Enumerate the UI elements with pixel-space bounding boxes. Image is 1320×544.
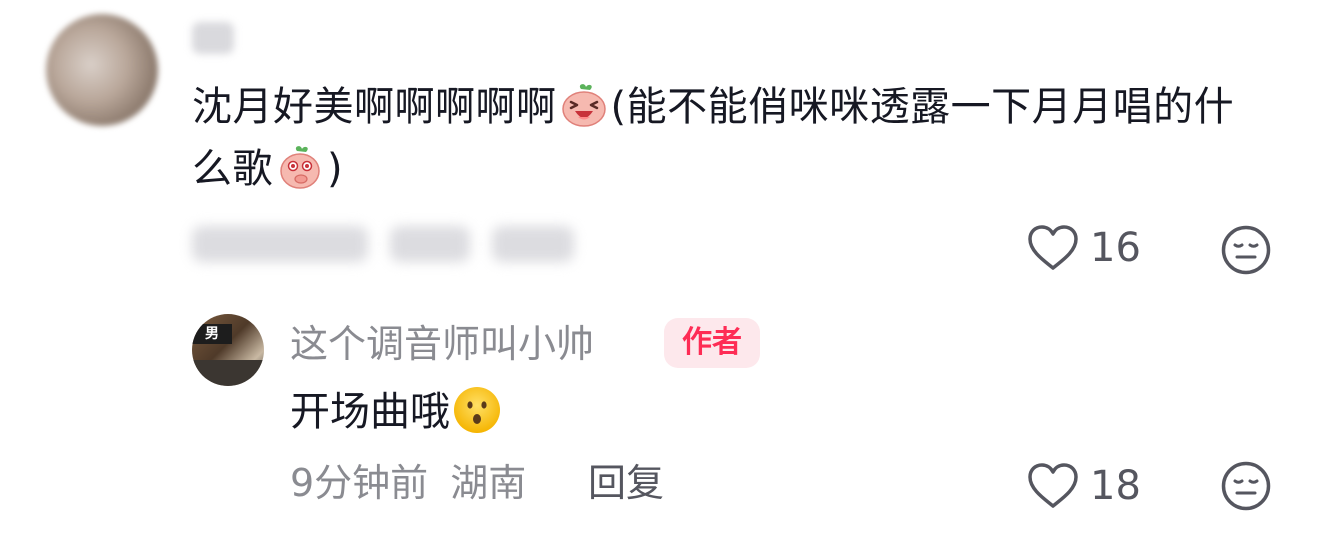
- comment-like-count: 16: [1090, 225, 1141, 271]
- reply-text: 开场曲哦: [290, 389, 450, 435]
- meh-face-icon: [1221, 225, 1271, 275]
- reply-location: 湖南: [450, 461, 527, 505]
- reply-like-button[interactable]: 18: [1026, 462, 1141, 510]
- reply-author-name[interactable]: 这个调音师叫小帅: [290, 320, 594, 368]
- hushed-face-emoji: [452, 385, 502, 435]
- meh-face-icon: [1221, 461, 1271, 511]
- heart-icon: [1028, 463, 1078, 508]
- comment-like-button[interactable]: 16: [1026, 224, 1141, 272]
- laughing-peach-emoji: [559, 82, 609, 128]
- reply-button[interactable]: 回复: [588, 458, 664, 508]
- comment-text-part3: ): [327, 146, 344, 192]
- avatar-desk-graphic: [192, 360, 264, 386]
- reply-author-avatar[interactable]: 男: [192, 314, 264, 386]
- reply-dislike-button[interactable]: [1220, 460, 1272, 512]
- reply-body: 开场曲哦: [290, 384, 504, 440]
- comment-meta-blurred: [192, 222, 574, 266]
- avatar-overlay-text: 男: [192, 324, 232, 344]
- commenter-username-blurred[interactable]: [192, 22, 234, 54]
- reply-meta: 9分钟前 湖南: [290, 458, 526, 508]
- reply-time: 9分钟前: [290, 461, 429, 505]
- thinking-peach-emoji: [275, 144, 325, 190]
- commenter-avatar[interactable]: [46, 14, 158, 126]
- heart-icon: [1028, 225, 1078, 270]
- comment-dislike-button[interactable]: [1220, 224, 1272, 276]
- comment-body: 沈月好美啊啊啊啊啊 (能不能俏咪咪透露一下月月唱的什么歌 ): [192, 76, 1272, 200]
- reply-like-count: 18: [1090, 463, 1141, 509]
- author-badge: 作者: [664, 318, 760, 368]
- comment-text-part1: 沈月好美啊啊啊啊啊: [192, 84, 557, 130]
